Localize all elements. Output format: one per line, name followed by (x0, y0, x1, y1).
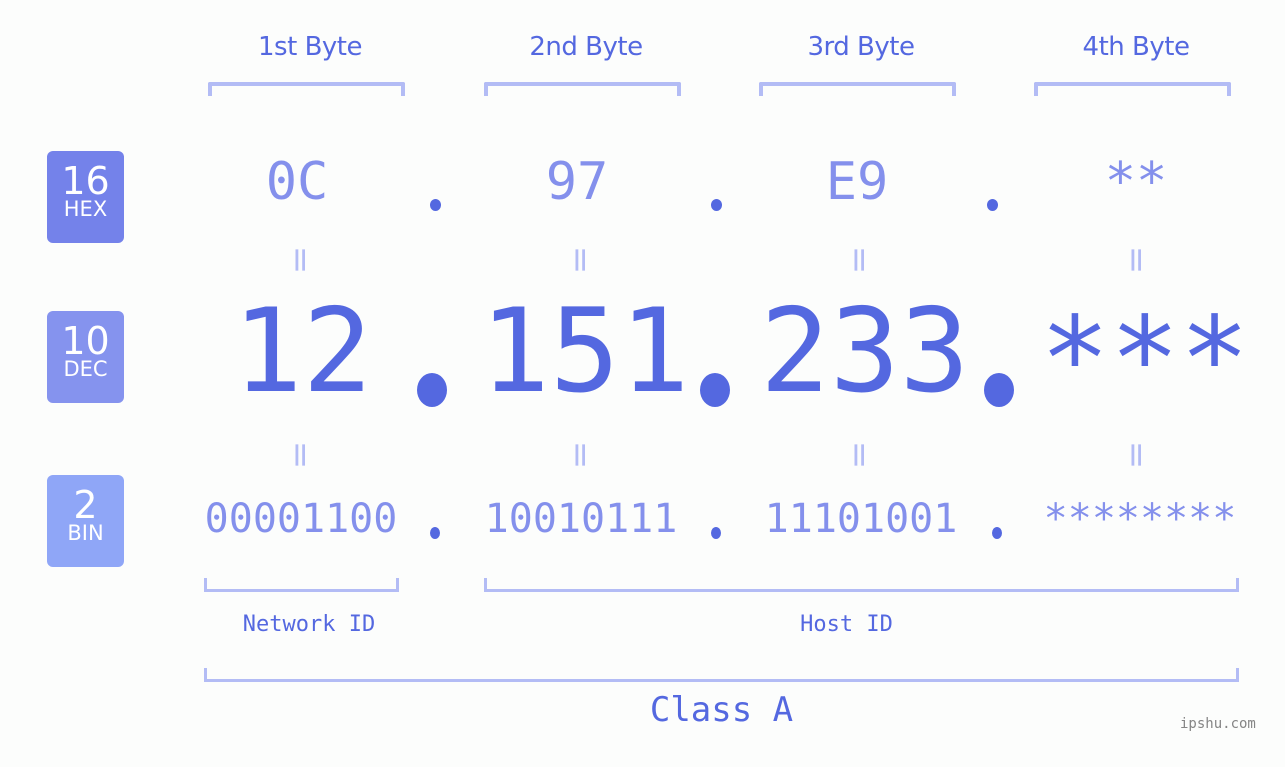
dec-badge-label: DEC (63, 357, 108, 381)
hex-byte-3: E9 (825, 152, 889, 212)
dec-badge-number: 10 (61, 319, 110, 363)
network-id-bracket (204, 578, 399, 592)
dec-dot-1 (417, 373, 447, 407)
dec-byte-3: 233 (760, 284, 970, 419)
hex-byte-1: 0C (265, 152, 329, 212)
hex-byte-4: ** (1104, 152, 1168, 212)
equals-dec-bin-1: = (280, 440, 320, 470)
watermark: ipshu.com (1180, 716, 1256, 732)
bin-dot-2 (711, 527, 721, 539)
equals-hex-dec-2: = (560, 245, 600, 275)
byte-header-4: 4th Byte (1082, 32, 1190, 62)
byte-bracket-3 (759, 82, 956, 96)
equals-dec-bin-3: = (839, 440, 879, 470)
byte-bracket-1 (208, 82, 405, 96)
byte-header-1: 1st Byte (258, 32, 362, 62)
byte-bracket-2 (484, 82, 681, 96)
hex-byte-2: 97 (545, 152, 609, 212)
dec-byte-4: *** (1040, 292, 1250, 427)
dec-badge: 10 DEC (47, 311, 124, 403)
bin-byte-3: 11101001 (764, 496, 958, 542)
hex-badge-label: HEX (63, 197, 108, 221)
bin-byte-4: ******** (1043, 496, 1237, 542)
dec-dot-2 (700, 373, 730, 407)
hex-badge: 16 HEX (47, 151, 124, 243)
equals-hex-dec-3: = (839, 245, 879, 275)
equals-dec-bin-4: = (1116, 440, 1156, 470)
hex-dot-2 (711, 199, 722, 211)
equals-hex-dec-1: = (280, 245, 320, 275)
host-id-label: Host ID (800, 612, 893, 637)
hex-dot-3 (987, 199, 998, 211)
equals-hex-dec-4: = (1116, 245, 1156, 275)
class-bracket (204, 668, 1239, 682)
dec-byte-2: 151 (480, 284, 690, 419)
bin-dot-1 (430, 527, 440, 539)
byte-bracket-4 (1034, 82, 1231, 96)
dec-byte-1: 12 (232, 284, 373, 419)
bin-badge: 2 BIN (47, 475, 124, 567)
dec-dot-3 (984, 373, 1014, 407)
equals-dec-bin-2: = (560, 440, 600, 470)
class-label: Class A (649, 690, 794, 730)
bin-byte-2: 10010111 (484, 496, 678, 542)
bin-dot-3 (992, 527, 1002, 539)
byte-header-3: 3rd Byte (807, 32, 915, 62)
bin-byte-1: 00001100 (204, 496, 398, 542)
network-id-label: Network ID (242, 612, 376, 637)
bin-badge-number: 2 (73, 483, 98, 527)
byte-header-2: 2nd Byte (529, 32, 643, 62)
bin-badge-label: BIN (67, 521, 104, 545)
host-id-bracket (484, 578, 1239, 592)
hex-dot-1 (430, 199, 441, 211)
hex-badge-number: 16 (61, 159, 110, 203)
